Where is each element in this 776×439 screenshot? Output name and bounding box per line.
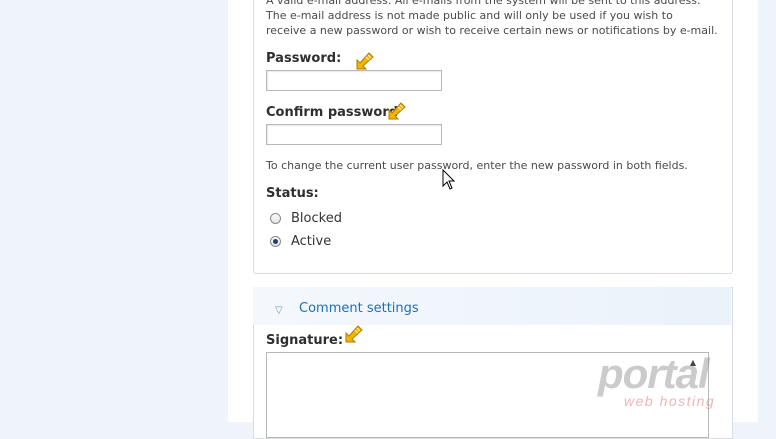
- collapse-triangle-icon[interactable]: ▽: [275, 305, 283, 316]
- confirm-password-label: Confirm password: [266, 105, 399, 120]
- password-label: Password:: [266, 51, 342, 66]
- active-radio-label: Active: [291, 233, 332, 249]
- confirm-password-field[interactable]: [266, 124, 442, 145]
- signature-label: Signature:: [266, 333, 344, 348]
- status-option-active[interactable]: Active: [270, 233, 331, 249]
- yellow-arrow-icon: [388, 102, 406, 120]
- email-description-line-3: receive a new password or wish to receiv…: [266, 24, 718, 37]
- password-help-text: To change the current user password, ent…: [266, 159, 688, 172]
- yellow-arrow-icon: [356, 52, 374, 70]
- status-label: Status:: [266, 186, 319, 201]
- scroll-up-arrow-icon[interactable]: ▲: [686, 356, 700, 370]
- mouse-cursor-icon: [442, 169, 456, 190]
- active-radio[interactable]: [270, 235, 281, 247]
- blocked-radio-label: Blocked: [291, 210, 342, 226]
- comment-settings-toggle-link[interactable]: Comment settings: [299, 301, 419, 316]
- yellow-arrow-icon: [345, 325, 363, 343]
- email-description-line-1: A valid e-mail address. All e-mails from…: [266, 0, 701, 7]
- signature-textarea[interactable]: [266, 352, 709, 438]
- email-description-line-2: The e-mail address is not made public an…: [266, 9, 673, 22]
- blocked-radio[interactable]: [270, 212, 281, 224]
- status-option-blocked[interactable]: Blocked: [270, 210, 342, 226]
- password-field[interactable]: [266, 70, 442, 91]
